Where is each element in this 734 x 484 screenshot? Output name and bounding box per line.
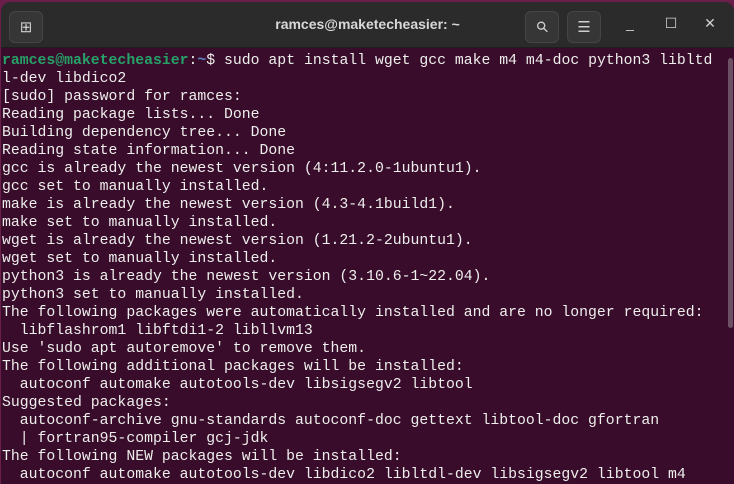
command-line: ramces@maketecheasier:~$ sudo apt instal… [2,52,728,70]
output-line: wget is already the newest version (1.21… [2,233,473,249]
output-line: autoconf-archive gnu-standards autoconf-… [2,413,660,429]
close-icon: ✕ [704,15,716,31]
output-line: | fortran95-compiler gcj-jdk [2,431,269,447]
output-line: autoconf automake autotools-dev libdico2… [2,467,686,483]
command-text: sudo apt install wget gcc make m4 m4-doc… [224,53,713,69]
scrollbar[interactable] [728,58,733,328]
output-line: The following packages were automaticall… [2,305,704,321]
output-line: [sudo] password for ramces: [2,89,242,105]
hamburger-menu-icon: ☰ [577,19,591,36]
output-line: Suggested packages: [2,395,171,411]
output-line: gcc set to manually installed. [2,179,269,195]
prompt-symbol: $ [206,53,225,69]
output-line: gcc is already the newest version (4:11.… [2,161,482,177]
output-line: The following NEW packages will be insta… [2,449,402,465]
output-line: python3 is already the newest version (3… [2,269,491,285]
output-line: Reading state information... Done [2,143,296,159]
terminal-output[interactable]: ramces@maketecheasier:~$ sudo apt instal… [1,48,734,484]
search-button[interactable]: ⚲ [525,11,559,43]
output-line: autoconf automake autotools-dev libsigse… [2,377,473,393]
menu-button[interactable]: ☰ [567,11,601,43]
new-tab-icon: ⊞ [19,19,33,36]
output-line: Building dependency tree... Done [2,125,287,141]
prompt-user-host: ramces@maketecheasier [2,53,189,69]
new-tab-button[interactable]: ⊞ [9,11,43,43]
output-line: make is already the newest version (4.3-… [2,197,455,213]
terminal-window: ⊞ ramces@maketecheasier: ~ ⚲ ☰ _ ☐ ✕ ram… [1,2,734,484]
output-line: l-dev libdico2 [2,71,127,87]
search-icon: ⚲ [532,17,553,38]
output-line: Use 'sudo apt autoremove' to remove them… [2,341,367,357]
maximize-icon: ☐ [664,15,678,31]
output-line: The following additional packages will b… [2,359,464,375]
close-button[interactable]: ✕ [700,15,720,32]
minimize-icon: _ [626,15,634,31]
title-bar: ⊞ ramces@maketecheasier: ~ ⚲ ☰ _ ☐ ✕ [1,2,734,48]
output-line: libflashrom1 libftdi1-2 libllvm13 [2,323,313,339]
minimize-button[interactable]: _ [620,15,640,31]
output-line: wget set to manually installed. [2,251,278,267]
output-line: python3 set to manually installed. [2,287,304,303]
prompt-path: ~ [197,53,207,69]
maximize-button[interactable]: ☐ [661,15,681,32]
output-line: make set to manually installed. [2,215,278,231]
output-line: Reading package lists... Done [2,107,260,123]
